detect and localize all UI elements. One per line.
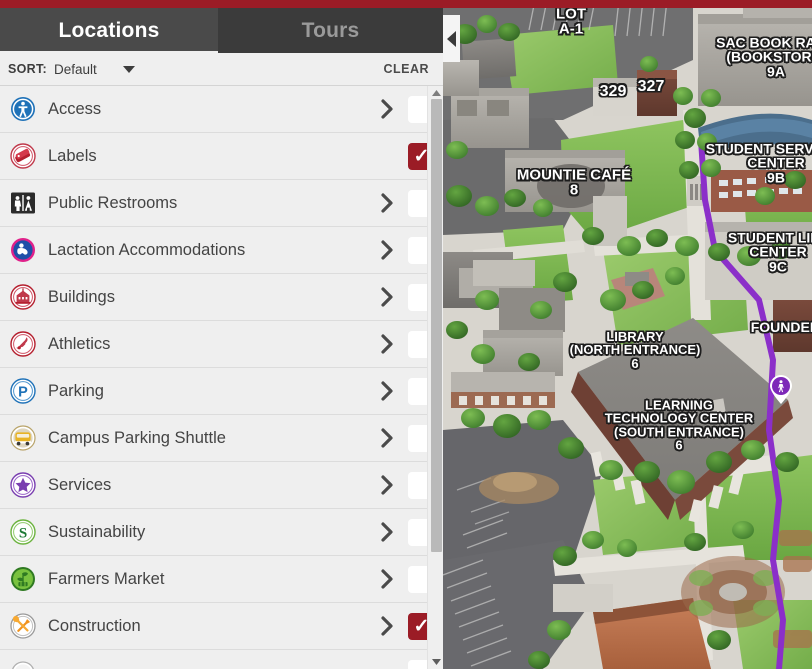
list-item[interactable]: Labels ✓ bbox=[0, 133, 443, 180]
list-item[interactable]: Lactation Accommodations bbox=[0, 227, 443, 274]
svg-text:S: S bbox=[19, 525, 27, 541]
list-item-label-athletics: Athletics bbox=[48, 334, 111, 353]
list-item-label-campus-parking-shuttle: Campus Parking Shuttle bbox=[48, 428, 226, 447]
collapse-panel-button[interactable] bbox=[443, 15, 460, 62]
accessibility-icon bbox=[10, 96, 36, 122]
sustainability-s-icon: S bbox=[10, 519, 36, 545]
list-item-label-labels: Labels bbox=[48, 146, 97, 165]
shuttle-bus-icon bbox=[10, 425, 36, 451]
walking-route-pin-icon[interactable] bbox=[769, 375, 793, 410]
chevron-right-icon[interactable] bbox=[377, 334, 397, 354]
list-item-label-sustainability: Sustainability bbox=[48, 522, 146, 541]
chevron-right-icon[interactable] bbox=[377, 428, 397, 448]
chevron-right-icon[interactable] bbox=[377, 240, 397, 260]
athletics-torch-icon bbox=[10, 331, 36, 357]
sort-value[interactable]: Default bbox=[54, 62, 97, 77]
parking-p-icon: P bbox=[10, 378, 36, 404]
farmers-market-icon bbox=[10, 566, 36, 592]
chevron-down-icon[interactable] bbox=[122, 65, 135, 73]
chevron-right-icon[interactable] bbox=[377, 569, 397, 589]
sort-label: SORT: bbox=[8, 62, 47, 76]
svg-text:P: P bbox=[18, 385, 28, 401]
locations-list: Access Labels ✓ Public Restrooms Lactati… bbox=[0, 86, 443, 669]
list-item-label-services: Services bbox=[48, 475, 112, 494]
list-item-label-construction: Construction bbox=[48, 616, 141, 635]
building-icon bbox=[10, 284, 36, 310]
list-item[interactable]: Access bbox=[0, 86, 443, 133]
brand-accent-bar bbox=[0, 0, 443, 8]
services-star-icon bbox=[10, 472, 36, 498]
labels-tag-icon bbox=[10, 143, 36, 169]
restroom-icon bbox=[10, 190, 36, 216]
scroll-up-arrow[interactable] bbox=[428, 86, 443, 100]
list-item[interactable]: Athletics bbox=[0, 321, 443, 368]
panel-scrollbar[interactable] bbox=[427, 86, 443, 669]
list-item-label-access: Access bbox=[48, 99, 102, 118]
list-item[interactable]: P Parking bbox=[0, 368, 443, 415]
list-item-label-public-restrooms: Public Restrooms bbox=[48, 193, 178, 212]
list-item-label-lactation-accommodations: Lactation Accommodations bbox=[48, 240, 246, 259]
list-item-label-parking: Parking bbox=[48, 381, 104, 400]
lactation-icon bbox=[10, 237, 36, 263]
list-item[interactable] bbox=[0, 650, 443, 669]
locations-list-container: Access Labels ✓ Public Restrooms Lactati… bbox=[0, 86, 443, 669]
list-item[interactable]: Farmers Market bbox=[0, 556, 443, 603]
list-item-label-buildings: Buildings bbox=[48, 287, 115, 306]
scroll-down-arrow[interactable] bbox=[428, 655, 443, 669]
map-brand-accent-bar bbox=[443, 0, 812, 8]
campus-map-app: Locations Tours SORT: Default CLEAR Acce… bbox=[0, 0, 812, 669]
locations-panel: Locations Tours SORT: Default CLEAR Acce… bbox=[0, 0, 443, 669]
clear-button[interactable]: CLEAR bbox=[383, 62, 429, 76]
list-item[interactable]: Campus Parking Shuttle bbox=[0, 415, 443, 462]
sort-bar: SORT: Default CLEAR bbox=[0, 53, 443, 86]
tab-tours[interactable]: Tours bbox=[218, 8, 443, 53]
list-item[interactable]: Services bbox=[0, 462, 443, 509]
list-item-label-farmers-market: Farmers Market bbox=[48, 569, 165, 588]
list-item[interactable]: S Sustainability bbox=[0, 509, 443, 556]
panel-scrollbar-thumb[interactable] bbox=[431, 99, 442, 552]
partial-row-icon bbox=[10, 660, 36, 669]
tab-locations[interactable]: Locations bbox=[0, 8, 218, 53]
construction-tools-icon bbox=[10, 613, 36, 639]
chevron-right-icon[interactable] bbox=[377, 616, 397, 636]
chevron-right-icon[interactable] bbox=[377, 381, 397, 401]
list-item[interactable]: Construction ✓ bbox=[0, 603, 443, 650]
chevron-right-icon[interactable] bbox=[377, 522, 397, 542]
chevron-left-icon bbox=[447, 30, 456, 47]
chevron-right-icon[interactable] bbox=[377, 287, 397, 307]
tab-tours-label: Tours bbox=[301, 18, 360, 42]
list-item[interactable]: Public Restrooms bbox=[0, 180, 443, 227]
campus-map[interactable]: LOT A-1SAC BOOK RACK (BOOKSTORE) 9A32932… bbox=[443, 0, 812, 669]
chevron-right-icon[interactable] bbox=[377, 193, 397, 213]
tab-bar: Locations Tours bbox=[0, 8, 443, 54]
tab-locations-label: Locations bbox=[58, 18, 160, 42]
list-item[interactable]: Buildings bbox=[0, 274, 443, 321]
chevron-right-icon[interactable] bbox=[377, 475, 397, 495]
map-imagery bbox=[443, 0, 812, 669]
chevron-right-icon[interactable] bbox=[377, 99, 397, 119]
